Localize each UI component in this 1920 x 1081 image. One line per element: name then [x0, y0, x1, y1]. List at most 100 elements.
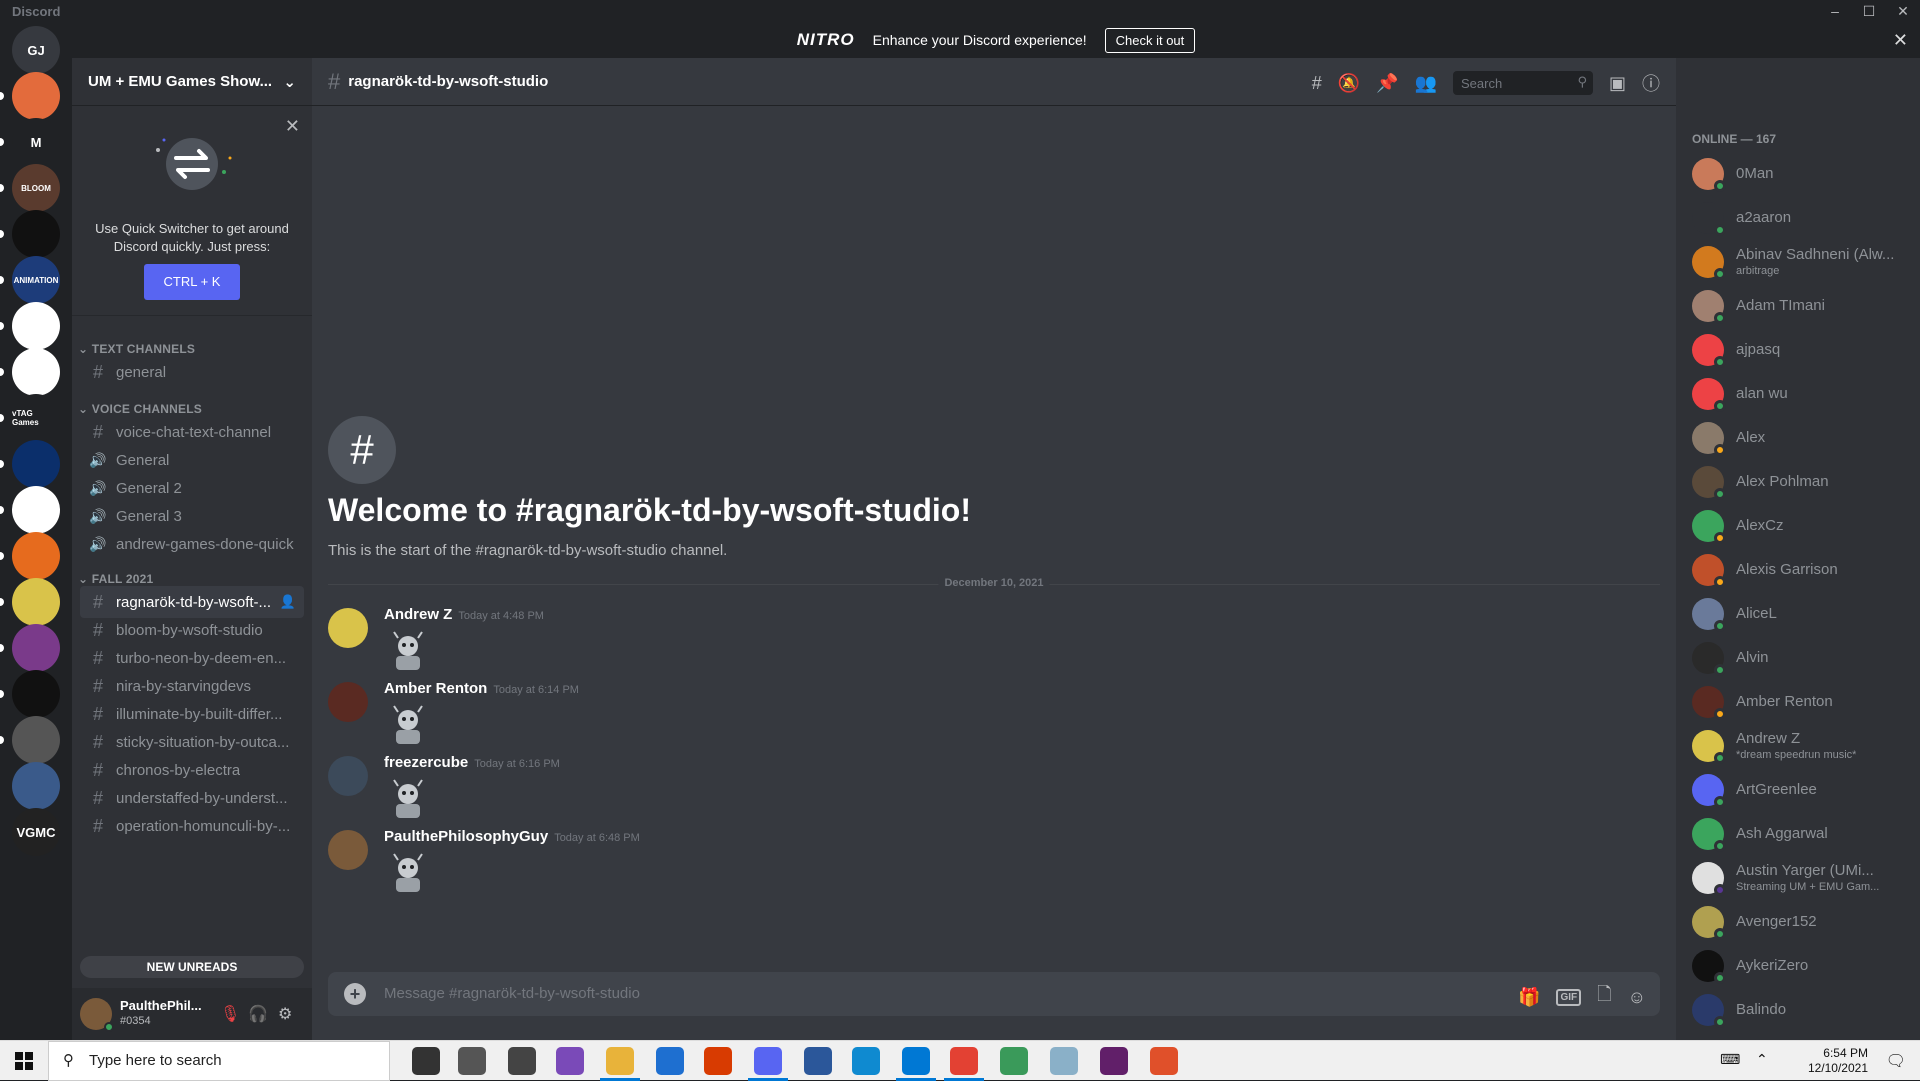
windows-start-button[interactable] [0, 1041, 48, 1081]
chevron-up-icon[interactable]: ⌃ [1756, 1051, 1768, 1068]
member-item[interactable]: Alexis Garrison [1684, 548, 1912, 592]
server-icon[interactable] [12, 486, 60, 534]
inbox-icon[interactable]: ▣ [1609, 73, 1626, 94]
message-composer[interactable]: + Message #ragnarök-td-by-wsoft-studio 🎁… [328, 972, 1660, 1016]
text-channel[interactable]: # operation-homunculi-by-... [80, 810, 304, 842]
server-icon[interactable] [12, 716, 60, 764]
edge-icon[interactable] [852, 1047, 880, 1075]
pin-icon[interactable]: 📌 [1376, 73, 1398, 94]
close-window-icon[interactable]: ✕ [1888, 0, 1918, 22]
search-input[interactable]: Search ⚲ [1452, 71, 1593, 95]
sticker-image[interactable] [384, 628, 432, 676]
server-icon[interactable] [12, 762, 60, 810]
message[interactable]: PaulthePhilosophyGuy Today at 6:48 PM [328, 828, 1628, 918]
member-item[interactable]: ArtGreenlee [1684, 768, 1912, 812]
server-icon[interactable] [12, 578, 60, 626]
discord-icon[interactable] [754, 1047, 782, 1075]
server-icon[interactable]: vTAG Games [12, 394, 60, 442]
message-input[interactable]: Message #ragnarök-td-by-wsoft-studio [384, 985, 640, 1002]
add-member-icon[interactable]: 👤 [280, 594, 296, 610]
github-icon[interactable] [556, 1047, 584, 1075]
member-item[interactable]: Alvin [1684, 636, 1912, 680]
member-item[interactable]: a2aaron [1684, 196, 1912, 240]
message-author[interactable]: PaulthePhilosophyGuy Today at 6:48 PM [384, 828, 640, 845]
notepad-icon[interactable] [1050, 1047, 1078, 1075]
server-icon[interactable] [12, 670, 60, 718]
avatar[interactable] [328, 608, 368, 648]
voice-channel[interactable]: 🔊 andrew-games-done-quick [80, 528, 304, 560]
server-icon[interactable]: ANIMATION [12, 256, 60, 304]
server-header[interactable]: UM + EMU Games Show... ⌄ [72, 58, 312, 106]
minimize-icon[interactable]: – [1820, 0, 1850, 22]
office-icon[interactable] [704, 1047, 732, 1075]
avatar[interactable] [328, 682, 368, 722]
quick-switcher-shortcut-button[interactable]: CTRL + K [144, 264, 240, 300]
server-icon[interactable]: M [12, 118, 60, 166]
gift-icon[interactable]: 🎁 [1518, 987, 1540, 1008]
new-unreads-button[interactable]: NEW UNREADS [80, 956, 304, 978]
emoji-icon[interactable]: ☺ [1628, 987, 1646, 1008]
add-attachment-icon[interactable]: + [344, 983, 366, 1005]
member-item[interactable]: Andrew Z *dream speedrun music* [1684, 724, 1912, 768]
chrome-profile-icon[interactable] [1000, 1047, 1028, 1075]
member-item[interactable]: Balindo [1684, 988, 1912, 1032]
slack-icon[interactable] [1100, 1047, 1128, 1075]
sticker-image[interactable] [384, 702, 432, 750]
notification-bell-muted-icon[interactable]: 🔕 [1338, 73, 1360, 94]
server-icon[interactable] [12, 302, 60, 350]
server-icon[interactable]: VGMC [12, 808, 60, 856]
gif-button[interactable]: GIF [1556, 988, 1582, 1006]
category-text-channels[interactable]: ⌄ TEXT CHANNELS [78, 342, 195, 356]
server-icon[interactable]: BLOOM [12, 164, 60, 212]
sticker-icon[interactable]: 🗋 [1597, 982, 1611, 1012]
server-icon[interactable] [12, 348, 60, 396]
sticker-image[interactable] [384, 776, 432, 824]
file-explorer-icon[interactable] [606, 1047, 634, 1075]
keyboard-icon[interactable]: ⌨ [1720, 1051, 1740, 1068]
gear-icon[interactable]: ⚙ [278, 1004, 292, 1024]
member-item[interactable]: Alex [1684, 416, 1912, 460]
server-icon[interactable] [12, 440, 60, 488]
headphones-icon[interactable]: 🎧 [248, 1004, 268, 1024]
member-item[interactable]: 0Man [1684, 152, 1912, 196]
server-icon[interactable] [12, 624, 60, 672]
message-author[interactable]: Andrew Z Today at 4:48 PM [384, 606, 544, 623]
close-banner-icon[interactable]: ✕ [1893, 30, 1908, 51]
sticker-image[interactable] [384, 850, 432, 898]
member-item[interactable]: AliceL [1684, 592, 1912, 636]
server-icon[interactable] [12, 532, 60, 580]
member-item[interactable]: AykeriZero [1684, 944, 1912, 988]
avatar[interactable] [328, 830, 368, 870]
member-item[interactable]: Austin Yarger (UMi... Streaming UM + EMU … [1684, 856, 1912, 900]
maximize-icon[interactable]: ☐ [1854, 0, 1884, 22]
category-voice-channels[interactable]: ⌄ VOICE CHANNELS [78, 402, 202, 416]
brave-icon[interactable] [1150, 1047, 1178, 1075]
category-fall-2021[interactable]: ⌄ FALL 2021 [78, 572, 153, 586]
word-icon[interactable] [804, 1047, 832, 1075]
nitro-check-it-out-button[interactable]: Check it out [1104, 27, 1196, 53]
cortana-icon[interactable] [412, 1047, 440, 1075]
notification-center-icon[interactable]: 🗨 [1886, 1051, 1906, 1071]
close-icon[interactable]: ✕ [285, 116, 300, 137]
mute-microphone-icon[interactable]: 🎙 [220, 1004, 240, 1024]
message-author[interactable]: freezercube Today at 6:16 PM [384, 754, 560, 771]
message-author[interactable]: Amber Renton Today at 6:14 PM [384, 680, 579, 697]
member-list-icon[interactable]: 👥 [1415, 73, 1437, 94]
chrome-icon[interactable] [950, 1047, 978, 1075]
member-item[interactable]: Alex Pohlman [1684, 460, 1912, 504]
task-view-icon[interactable] [458, 1047, 486, 1075]
server-icon[interactable] [12, 210, 60, 258]
member-item[interactable]: Adam TImani [1684, 284, 1912, 328]
taskbar-search-input[interactable]: ⚲ Type here to search [48, 1041, 390, 1081]
member-item[interactable]: Ash Aggarwal [1684, 812, 1912, 856]
threads-icon[interactable]: # [1312, 73, 1322, 94]
mail-icon[interactable] [656, 1047, 684, 1075]
member-item[interactable]: alan wu [1684, 372, 1912, 416]
help-icon[interactable]: ⓘ [1642, 70, 1660, 96]
server-icon[interactable] [12, 72, 60, 120]
member-item[interactable]: Abinav Sadhneni (Alw... arbitrage [1684, 240, 1912, 284]
vscode-icon[interactable] [902, 1047, 930, 1075]
member-item[interactable]: Avenger152 [1684, 900, 1912, 944]
member-item[interactable]: ajpasq [1684, 328, 1912, 372]
home-guild-icon[interactable]: GJ [12, 26, 60, 74]
